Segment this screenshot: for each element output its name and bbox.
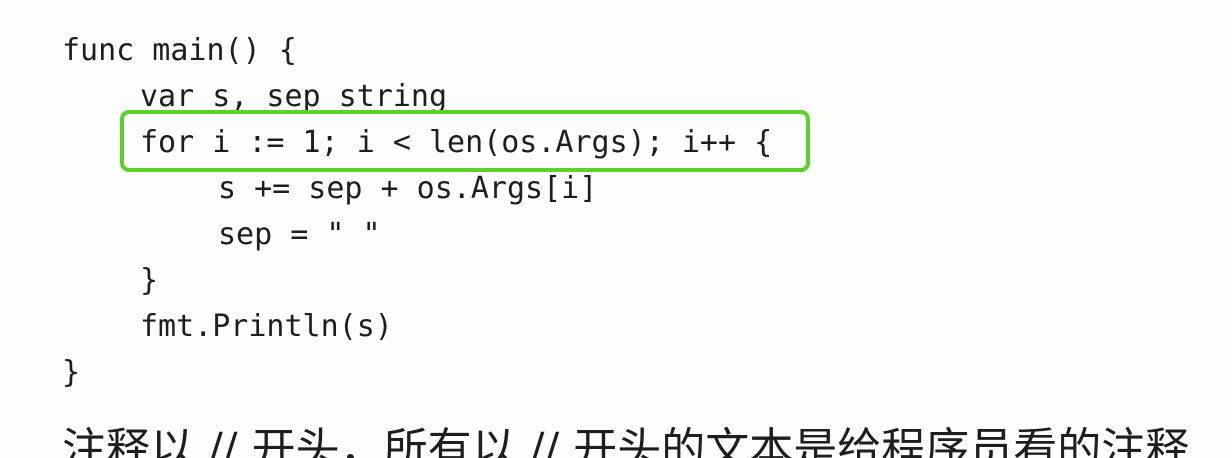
code-line-func-main: func main() { [62,33,297,68]
prose-text: 注释以 // 开头，所有以 // 开头的文本是给程序员看的注释 [62,424,1190,458]
code-block: func main() { var s, sep string for i :=… [62,28,772,396]
code-line-println: fmt.Println(s) [140,309,393,344]
code-line-close-for: } [140,263,159,298]
code-line-append: s += sep + os.Args[i] [218,171,598,206]
for-loop-highlight [120,110,810,172]
code-line-sep-assign: sep = " " [218,217,381,252]
book-page: func main() { var s, sep string for i :=… [0,0,1232,458]
code-line-close-main: } [62,355,81,390]
